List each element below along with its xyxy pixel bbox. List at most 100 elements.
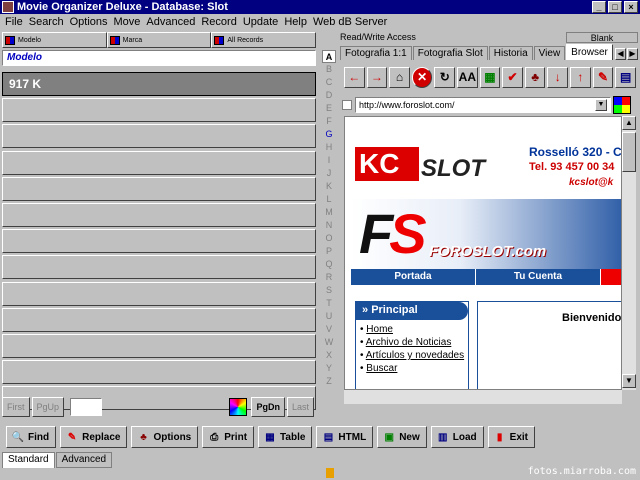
alpha-key-e[interactable]: E [322, 102, 336, 115]
alpha-key-l[interactable]: L [322, 193, 336, 206]
tab-scroll-right-icon[interactable]: ▶ [626, 48, 638, 60]
menu-move[interactable]: Move [111, 16, 144, 28]
home-link[interactable]: Home [366, 324, 393, 335]
options-button[interactable]: ♣ Options [131, 426, 199, 448]
menu-search[interactable]: Search [26, 16, 67, 28]
record-row[interactable] [2, 307, 316, 332]
back-arrow-icon[interactable]: ← [344, 66, 365, 88]
sort-all-records-button[interactable]: All Records [211, 32, 317, 48]
url-dropdown-icon[interactable]: ▼ [595, 99, 607, 111]
alpha-key-b[interactable]: B [322, 63, 336, 76]
web-view[interactable]: KC SLOT Rosselló 320 - C Tel. 93 457 00 … [344, 116, 622, 390]
new-button[interactable]: ▣ New [377, 426, 427, 448]
alpha-key-c[interactable]: C [322, 76, 336, 89]
alpha-key-w[interactable]: W [322, 336, 336, 349]
record-row[interactable] [2, 255, 316, 280]
alpha-key-t[interactable]: T [322, 297, 336, 310]
record-row[interactable] [2, 202, 316, 227]
record-row[interactable] [2, 333, 316, 358]
color-grid-icon[interactable] [229, 398, 248, 416]
sort-up-icon[interactable]: ↑ [570, 66, 591, 88]
tab-fotografia-1-1[interactable]: Fotografia 1:1 [340, 46, 412, 60]
maximize-button[interactable]: □ [608, 1, 622, 13]
scroll-up-icon[interactable]: ▲ [622, 116, 636, 130]
alpha-key-f[interactable]: F [322, 115, 336, 128]
alpha-key-m[interactable]: M [322, 206, 336, 219]
print-button[interactable]: ⎙ Print [202, 426, 255, 448]
edit-icon[interactable]: ✎ [592, 66, 614, 88]
refresh-icon[interactable]: ↻ [434, 66, 456, 88]
alpha-key-y[interactable]: Y [322, 362, 336, 375]
menu-advanced[interactable]: Advanced [143, 16, 198, 28]
menu-link-buscar[interactable]: • Buscar [360, 363, 468, 374]
alpha-key-a[interactable]: A [322, 50, 336, 63]
find-button[interactable]: 🔍 Find [6, 426, 57, 448]
alpha-key-s[interactable]: S [322, 284, 336, 297]
forward-arrow-icon[interactable]: → [366, 66, 388, 88]
nav-extra-link[interactable] [601, 269, 621, 285]
app-icon[interactable] [2, 1, 14, 13]
alpha-key-n[interactable]: N [322, 219, 336, 232]
close-button[interactable]: × [624, 1, 638, 13]
url-input[interactable]: http://www.foroslot.com/ ▼ [355, 97, 611, 113]
load-button[interactable]: ▥ Load [430, 426, 484, 448]
blank-field[interactable]: Blank [566, 32, 638, 43]
url-checkbox[interactable] [342, 100, 352, 110]
menu-file[interactable]: File [2, 16, 26, 28]
alpha-key-z[interactable]: Z [322, 375, 336, 388]
buscar-link[interactable]: Buscar [366, 363, 397, 374]
foroslot-banner[interactable]: FS FOROSLOT.com [351, 199, 621, 269]
exit-button[interactable]: ▮ Exit [487, 426, 535, 448]
alpha-key-i[interactable]: I [322, 154, 336, 167]
home-icon[interactable]: ⌂ [389, 66, 410, 88]
scroll-down-icon[interactable]: ▼ [622, 374, 636, 388]
record-row[interactable]: 917 K [2, 72, 316, 96]
color-picker-icon[interactable] [613, 96, 631, 114]
grid-icon[interactable]: ▤ [615, 66, 636, 88]
tree-icon[interactable]: ♣ [524, 66, 546, 88]
nav-tu-cuenta-link[interactable]: Tu Cuenta [476, 269, 601, 285]
tab-view[interactable]: View [533, 46, 566, 60]
pgup-button[interactable]: PgUp [31, 397, 65, 417]
first-button[interactable]: First [2, 397, 30, 417]
tab-fotografia-slot[interactable]: Fotografia Slot [412, 46, 488, 60]
menu-link-archivo[interactable]: • Archivo de Noticias [360, 337, 468, 348]
sort-marca-button[interactable]: Marca [106, 32, 212, 48]
record-row[interactable] [2, 176, 316, 201]
stop-icon[interactable]: ✕ [411, 66, 433, 88]
articulos-link[interactable]: Artículos y novedades [366, 350, 464, 361]
font-size-icon[interactable]: AA [457, 66, 478, 88]
alpha-key-r[interactable]: R [322, 271, 336, 284]
tab-browser[interactable]: Browser [566, 44, 613, 60]
tab-scroll-left-icon[interactable]: ◀ [614, 48, 626, 60]
menu-help[interactable]: Help [281, 16, 310, 28]
menu-record[interactable]: Record [198, 16, 239, 28]
horizontal-scrollbar[interactable] [344, 390, 622, 404]
record-row[interactable] [2, 98, 316, 123]
alpha-key-k[interactable]: K [322, 180, 336, 193]
minimize-button[interactable]: _ [592, 1, 606, 13]
menu-web-db-server[interactable]: Web dB Server [310, 16, 390, 28]
alpha-key-j[interactable]: J [322, 167, 336, 180]
menu-update[interactable]: Update [240, 16, 281, 28]
tab-standard[interactable]: Standard [2, 452, 55, 468]
kc-email[interactable]: kcslot@k [569, 177, 613, 188]
alpha-key-g[interactable]: G [322, 128, 336, 141]
menu-link-home[interactable]: • Home [360, 324, 468, 335]
page-input[interactable] [70, 398, 103, 416]
replace-button[interactable]: ✎ Replace [60, 426, 128, 448]
pgdn-button[interactable]: PgDn [251, 397, 285, 417]
alpha-key-q[interactable]: Q [322, 258, 336, 271]
last-button[interactable]: Last [286, 397, 314, 417]
scroll-track[interactable] [622, 172, 636, 374]
vertical-scrollbar[interactable]: ▲ ▼ [622, 116, 636, 390]
record-row[interactable] [2, 360, 316, 385]
record-row[interactable] [2, 281, 316, 306]
sort-down-icon[interactable]: ↓ [547, 66, 569, 88]
alpha-key-x[interactable]: X [322, 349, 336, 362]
alpha-key-o[interactable]: O [322, 232, 336, 245]
table-button[interactable]: ▦ Table [258, 426, 313, 448]
nav-portada-link[interactable]: Portada [351, 269, 476, 285]
kc-slot-banner[interactable]: KC SLOT Rosselló 320 - C Tel. 93 457 00 … [351, 145, 621, 191]
record-row[interactable] [2, 229, 316, 254]
